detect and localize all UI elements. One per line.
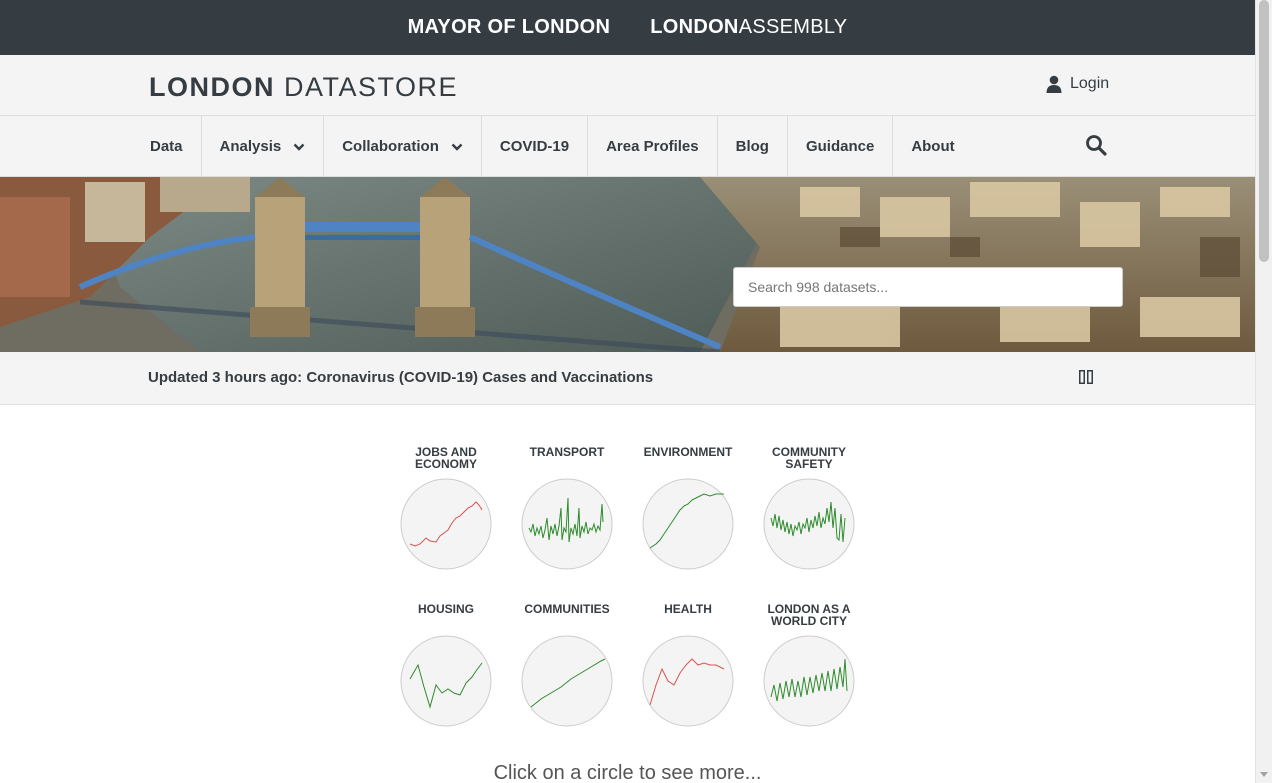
jobs-trend-circle[interactable] bbox=[400, 478, 492, 570]
theme-label: ENVIRONMENT bbox=[643, 445, 733, 459]
nav-item-label: Analysis bbox=[219, 138, 282, 155]
nav-item-label: About bbox=[911, 138, 955, 155]
pause-icon bbox=[1079, 370, 1093, 384]
theme-london-world-city[interactable]: LONDON AS A WORLD CITY bbox=[754, 603, 864, 727]
assembly-bold-text: LONDON bbox=[650, 16, 739, 38]
theme-label: LONDON AS A WORLD CITY bbox=[767, 602, 851, 628]
communities-trend-circle[interactable] bbox=[521, 635, 613, 727]
nav-item-label: Guidance bbox=[805, 138, 875, 155]
world-city-trend-circle[interactable] bbox=[763, 635, 855, 727]
logo-bold-text: LONDON bbox=[149, 72, 275, 102]
nav-item-covid-19[interactable]: COVID-19 bbox=[482, 116, 589, 177]
search-icon bbox=[1086, 135, 1107, 156]
mayor-of-london-link[interactable]: MAYOR OF LONDON bbox=[408, 16, 611, 39]
theme-jobs-and-economy[interactable]: JOBS AND ECONOMY bbox=[391, 446, 501, 570]
theme-communities[interactable]: COMMUNITIES bbox=[512, 603, 622, 727]
main-nav: Data Analysis Collaboration COVID-19 Area Pr… bbox=[0, 116, 1255, 177]
nav-item-about[interactable]: About bbox=[893, 116, 972, 177]
hero-banner bbox=[0, 177, 1255, 352]
london-assembly-link[interactable]: LONDONASSEMBLY bbox=[650, 16, 847, 39]
nav-item-collaboration[interactable]: Collaboration bbox=[324, 116, 482, 177]
scroll-down-arrow-icon[interactable] bbox=[1260, 772, 1268, 777]
click-circle-hint: Click on a circle to see more... bbox=[493, 762, 762, 783]
theme-label: COMMUNITY SAFETY bbox=[772, 445, 846, 471]
theme-label: HOUSING bbox=[417, 602, 474, 616]
nav-item-data[interactable]: Data bbox=[132, 116, 202, 177]
nav-list: Data Analysis Collaboration COVID-19 Area Pr… bbox=[132, 116, 973, 177]
environment-trend-circle[interactable] bbox=[642, 478, 734, 570]
nav-search-button[interactable] bbox=[1085, 134, 1107, 161]
login-button[interactable]: Login bbox=[1046, 75, 1109, 93]
latest-update-link[interactable]: Updated 3 hours ago: Coronavirus (COVID-… bbox=[148, 369, 653, 386]
page-scrollbar[interactable] bbox=[1255, 0, 1272, 783]
theme-label: COMMUNITIES bbox=[524, 602, 610, 616]
theme-label: TRANSPORT bbox=[529, 445, 605, 459]
health-trend-circle[interactable] bbox=[642, 635, 734, 727]
latest-update-bar: Updated 3 hours ago: Coronavirus (COVID-… bbox=[0, 352, 1255, 405]
theme-label: JOBS AND ECONOMY bbox=[414, 445, 477, 471]
nav-item-label: Blog bbox=[735, 138, 769, 155]
nav-item-area-profiles[interactable]: Area Profiles bbox=[588, 116, 718, 177]
scrollbar-thumb[interactable] bbox=[1259, 0, 1269, 262]
assembly-rest-text: ASSEMBLY bbox=[738, 16, 848, 38]
user-icon bbox=[1046, 75, 1062, 93]
nav-item-label: Collaboration bbox=[342, 138, 439, 155]
nav-item-label: COVID-19 bbox=[499, 138, 570, 155]
chevron-down-icon bbox=[293, 143, 305, 151]
tower-bridge-photo bbox=[0, 177, 1255, 352]
chevron-down-icon bbox=[451, 143, 463, 151]
community-safety-trend-circle[interactable] bbox=[763, 478, 855, 570]
dataset-search-input[interactable] bbox=[733, 267, 1123, 307]
transport-trend-circle[interactable] bbox=[521, 478, 613, 570]
pause-ticker-button[interactable] bbox=[1079, 370, 1093, 389]
login-label: Login bbox=[1070, 75, 1110, 92]
housing-trend-circle[interactable] bbox=[400, 635, 492, 727]
site-header: LONDON DATASTORE Login bbox=[0, 55, 1255, 116]
theme-transport[interactable]: TRANSPORT bbox=[512, 446, 622, 570]
theme-label: HEALTH bbox=[664, 602, 712, 616]
theme-health[interactable]: HEALTH bbox=[633, 603, 743, 727]
nav-item-label: Data bbox=[150, 138, 183, 155]
theme-housing[interactable]: HOUSING bbox=[391, 603, 501, 727]
theme-community-safety[interactable]: COMMUNITY SAFETY bbox=[754, 446, 864, 570]
nav-item-guidance[interactable]: Guidance bbox=[788, 116, 894, 177]
theme-environment[interactable]: ENVIRONMENT bbox=[633, 446, 743, 570]
nav-item-label: Area Profiles bbox=[606, 138, 699, 155]
logo-rest-text: DATASTORE bbox=[284, 72, 459, 102]
top-banner: MAYOR OF LONDON LONDONASSEMBLY bbox=[0, 0, 1255, 55]
datastore-logo[interactable]: LONDON DATASTORE bbox=[149, 72, 458, 103]
nav-item-analysis[interactable]: Analysis bbox=[202, 116, 325, 177]
nav-item-blog[interactable]: Blog bbox=[718, 116, 788, 177]
